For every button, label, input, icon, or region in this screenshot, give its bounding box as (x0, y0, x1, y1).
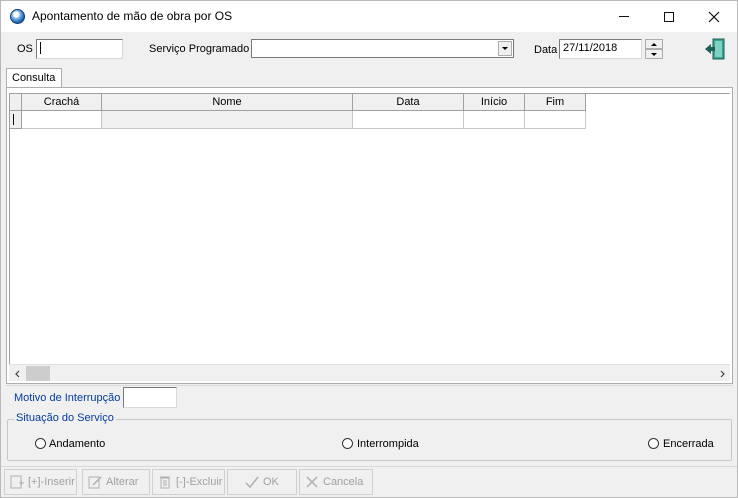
situacao-servico-title: Situação do Serviço (14, 412, 116, 424)
spin-up-icon (651, 42, 657, 46)
ok-label: OK (263, 476, 279, 488)
exit-door-icon (705, 38, 725, 60)
radio-encerrada[interactable] (648, 438, 659, 449)
main-window: Apontamento de mão de obra por OS OS Ser… (0, 0, 738, 498)
grid-corner-header (10, 94, 22, 111)
radio-interrompida-label[interactable]: Interrompida (357, 438, 419, 450)
scroll-left-button[interactable] (9, 365, 26, 382)
title-bar: Apontamento de mão de obra por OS (1, 1, 737, 32)
add-record-icon (9, 474, 25, 490)
alterar-label: Alterar (106, 476, 139, 488)
inserir-label: [+]-Inserir (28, 476, 75, 488)
os-input[interactable] (36, 39, 123, 59)
alterar-button[interactable]: Alterar (82, 469, 150, 495)
radio-encerrada-label[interactable]: Encerrada (663, 438, 714, 450)
cancela-button[interactable]: Cancela (299, 469, 373, 495)
column-header-inicio[interactable]: Início (464, 94, 525, 111)
date-spin-down-button[interactable] (645, 49, 663, 59)
servico-programado-label: Serviço Programado (149, 43, 250, 55)
servico-programado-select[interactable] (251, 39, 514, 58)
tab-consulta[interactable]: Consulta (6, 68, 62, 88)
close-icon (708, 11, 720, 22)
cell-inicio[interactable] (464, 111, 525, 129)
chevron-right-icon (720, 370, 725, 377)
maximize-button[interactable] (646, 1, 692, 32)
cell-cracha[interactable] (22, 111, 102, 129)
close-button[interactable] (691, 1, 737, 32)
column-header-cracha[interactable]: Crachá (22, 94, 102, 111)
cancel-x-icon (304, 474, 320, 490)
scroll-right-button[interactable] (713, 365, 730, 382)
cancela-label: Cancela (323, 476, 364, 488)
servico-dropdown-button[interactable] (498, 41, 512, 56)
radio-andamento-label[interactable]: Andamento (49, 438, 105, 450)
date-spin-up-button[interactable] (645, 39, 663, 49)
edit-record-icon (87, 474, 103, 490)
app-globe-icon (10, 9, 25, 24)
maximize-icon (664, 11, 674, 22)
motivo-interrupcao-input[interactable] (123, 387, 177, 408)
inserir-button[interactable]: [+]-Inserir (4, 469, 77, 495)
spin-down-icon (651, 52, 657, 56)
excluir-button[interactable]: [-]-Excluir (152, 469, 225, 495)
scroll-thumb[interactable] (26, 366, 50, 381)
ok-button[interactable]: OK (227, 469, 297, 495)
date-spinner[interactable] (645, 39, 663, 59)
radio-interrompida[interactable] (342, 438, 353, 449)
cell-nome[interactable] (102, 111, 353, 129)
radio-andamento[interactable] (35, 438, 46, 449)
apontamentos-grid[interactable]: Crachá Nome Data Início Fim (9, 93, 730, 381)
column-header-data[interactable]: Data (353, 94, 464, 111)
trash-icon (157, 474, 173, 490)
chevron-down-icon (502, 47, 508, 50)
data-label: Data (534, 44, 558, 56)
text-caret (40, 42, 41, 55)
column-header-fim[interactable]: Fim (525, 94, 586, 111)
cell-data[interactable] (353, 111, 464, 129)
minimize-button[interactable] (601, 1, 647, 32)
chevron-left-icon (14, 370, 19, 377)
data-date-input[interactable]: 27/11/2018 (559, 39, 642, 59)
current-row-marker (13, 114, 14, 125)
exit-button[interactable] (703, 37, 727, 61)
row-indicator[interactable] (10, 111, 22, 129)
motivo-interrupcao-label: Motivo de Interrupção (14, 392, 121, 404)
column-header-nome[interactable]: Nome (102, 94, 353, 111)
checkmark-icon (244, 474, 260, 490)
grid-horizontal-scrollbar[interactable] (9, 364, 730, 381)
cell-fim[interactable] (525, 111, 586, 129)
action-toolbar: [+]-Inserir Alterar [-]-Excluir OK Cance… (1, 466, 737, 497)
excluir-label: [-]-Excluir (176, 476, 223, 488)
os-label: OS (17, 43, 33, 55)
window-title: Apontamento de mão de obra por OS (32, 9, 233, 23)
minimize-icon (619, 16, 629, 17)
